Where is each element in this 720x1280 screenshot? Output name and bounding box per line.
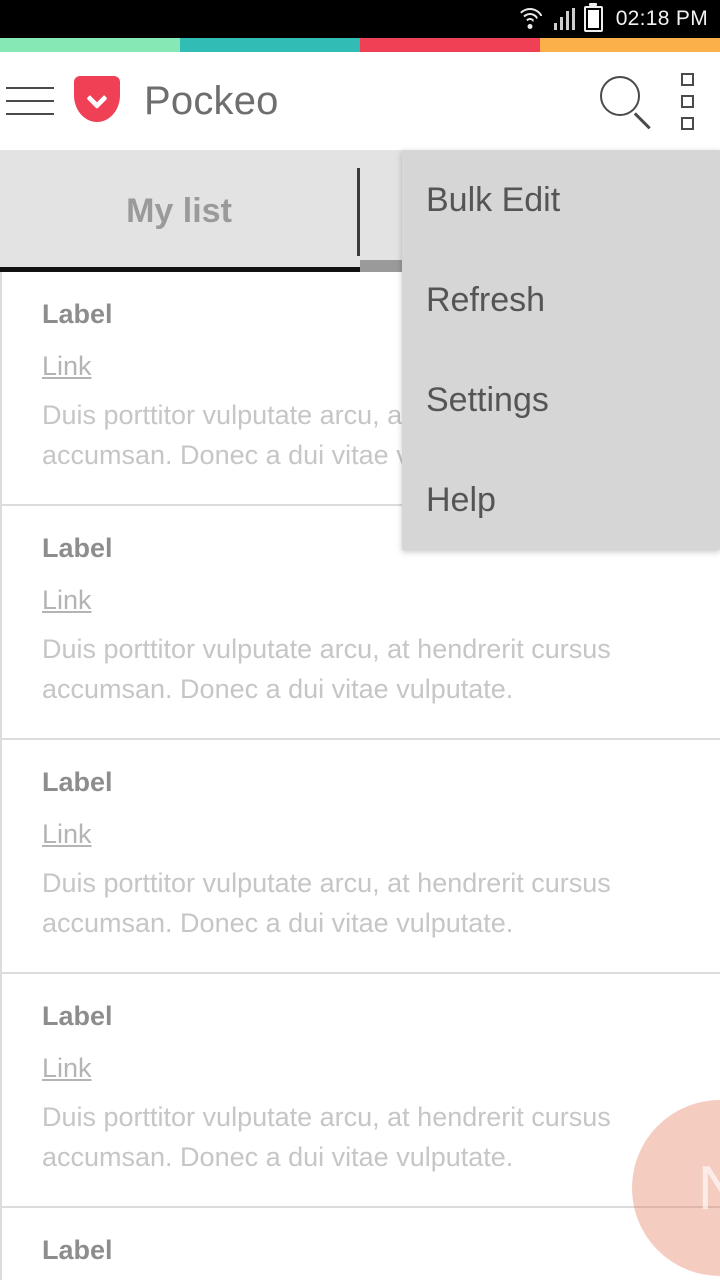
stripe-segment-3 bbox=[360, 38, 540, 52]
search-icon[interactable] bbox=[592, 70, 654, 132]
menu-item-help[interactable]: Help bbox=[402, 450, 720, 550]
overflow-dropdown-menu: Bulk Edit Refresh Settings Help bbox=[402, 150, 720, 550]
item-label: Label bbox=[42, 1001, 113, 1032]
item-link[interactable]: Link bbox=[42, 350, 92, 382]
tab-divider bbox=[357, 168, 360, 256]
list-item[interactable]: Label Link Duis porttitor vulputate arcu… bbox=[0, 974, 720, 1209]
status-bar-icons: 02:18 PM bbox=[515, 6, 708, 32]
wifi-icon bbox=[515, 7, 545, 31]
item-description: Duis porttitor vulputate arcu, at hendre… bbox=[42, 868, 611, 939]
item-link[interactable]: Link bbox=[42, 584, 92, 616]
fab-label: N bbox=[698, 1153, 720, 1224]
tab-my-list-label: My list bbox=[126, 191, 232, 230]
app-screen: 02:18 PM Pockeo My list Label Link Duis … bbox=[0, 0, 720, 1280]
menu-item-refresh[interactable]: Refresh bbox=[402, 250, 720, 350]
tab-scroll-thumb[interactable] bbox=[360, 260, 402, 272]
tab-my-list[interactable]: My list bbox=[0, 150, 358, 272]
list-item[interactable]: Label Link Duis porttitor vulputate arcu… bbox=[0, 1208, 720, 1280]
pocket-logo-icon bbox=[74, 76, 120, 126]
item-description: Duis porttitor vulputate arcu, at hendre… bbox=[42, 1102, 611, 1173]
menu-item-label: Settings bbox=[426, 380, 549, 419]
item-description: Duis porttitor vulputate arcu, at hendre… bbox=[42, 634, 611, 705]
menu-item-label: Help bbox=[426, 480, 496, 519]
battery-icon bbox=[583, 6, 603, 32]
app-title: Pockeo bbox=[144, 78, 279, 123]
list-item[interactable]: Label Link Duis porttitor vulputate arcu… bbox=[0, 740, 720, 975]
menu-item-label: Bulk Edit bbox=[426, 180, 561, 219]
app-bar: Pockeo bbox=[0, 52, 720, 150]
item-label: Label bbox=[42, 767, 113, 798]
stripe-segment-2 bbox=[180, 38, 360, 52]
app-bar-actions bbox=[592, 68, 720, 134]
status-bar: 02:18 PM bbox=[0, 0, 720, 38]
menu-item-label: Refresh bbox=[426, 280, 546, 319]
item-link[interactable]: Link bbox=[42, 818, 92, 850]
overflow-menu-icon[interactable] bbox=[654, 68, 720, 134]
stripe-segment-4 bbox=[540, 38, 720, 52]
status-bar-clock: 02:18 PM bbox=[615, 7, 708, 30]
stripe-segment-1 bbox=[0, 38, 180, 52]
signal-icon bbox=[553, 8, 575, 30]
hamburger-icon[interactable] bbox=[6, 87, 64, 115]
item-label: Label bbox=[42, 1235, 113, 1266]
item-link[interactable]: Link bbox=[42, 1052, 92, 1084]
menu-item-settings[interactable]: Settings bbox=[402, 350, 720, 450]
color-stripe bbox=[0, 38, 720, 52]
menu-item-bulk-edit[interactable]: Bulk Edit bbox=[402, 150, 720, 250]
